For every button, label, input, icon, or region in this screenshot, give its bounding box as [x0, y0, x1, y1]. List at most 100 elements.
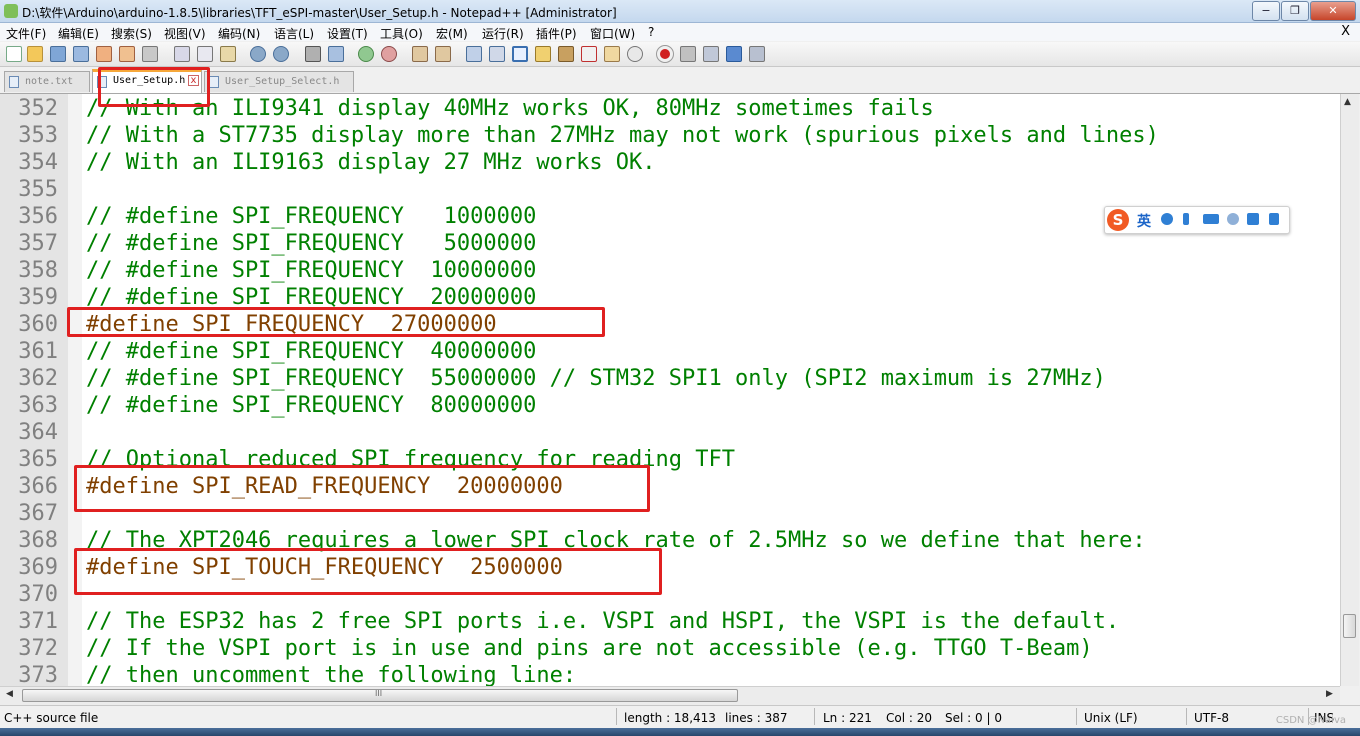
- menu-file[interactable]: 文件(F): [6, 25, 46, 42]
- save-icon[interactable]: [50, 46, 66, 62]
- menu-edit[interactable]: 编辑(E): [58, 25, 99, 42]
- stop-record-icon[interactable]: [680, 46, 696, 62]
- close-icon[interactable]: [96, 46, 112, 62]
- line-number: 361: [18, 339, 58, 364]
- paste-icon[interactable]: [220, 46, 236, 62]
- menu-macro[interactable]: 宏(M): [436, 25, 468, 42]
- horizontal-scroll-thumb[interactable]: III: [22, 689, 738, 702]
- menu-run[interactable]: 运行(R): [482, 25, 524, 42]
- run-macro-multiple-icon[interactable]: [726, 46, 742, 62]
- menu-settings[interactable]: 设置(T): [327, 25, 368, 42]
- zoom-in-icon[interactable]: [358, 46, 374, 62]
- vertical-scroll-thumb[interactable]: [1343, 614, 1356, 638]
- scroll-grip: III: [375, 689, 383, 698]
- udl-icon[interactable]: [535, 46, 551, 62]
- scroll-up-icon[interactable]: ▲: [1344, 97, 1351, 107]
- status-encoding: UTF-8: [1194, 711, 1229, 725]
- annotation-box-tab: [98, 67, 210, 107]
- undo-icon[interactable]: [250, 46, 266, 62]
- menu-view[interactable]: 视图(V): [164, 25, 206, 42]
- code-comment: // then uncomment the following line:: [86, 663, 577, 686]
- code-line[interactable]: 354 // With an ILI9163 display 27 MHz wor…: [0, 149, 1340, 176]
- sogou-logo-icon[interactable]: S: [1107, 209, 1129, 231]
- cut-icon[interactable]: [174, 46, 190, 62]
- code-line[interactable]: 371 // The ESP32 has 2 free SPI ports i.e…: [0, 608, 1340, 635]
- close-document-button[interactable]: X: [1341, 24, 1350, 39]
- folder-workspace-icon[interactable]: [604, 46, 620, 62]
- code-comment: // #define SPI_FREQUENCY 1000000: [86, 204, 537, 229]
- menu-window[interactable]: 窗口(W): [590, 25, 635, 42]
- show-all-chars-icon[interactable]: [489, 46, 505, 62]
- editor-pane[interactable]: 352 // With an ILI9341 display 40MHz work…: [0, 94, 1340, 686]
- zoom-out-icon[interactable]: [381, 46, 397, 62]
- tab-user-setup-select-h[interactable]: User_Setup_Select.h: [204, 71, 354, 92]
- moon-icon[interactable]: [1161, 213, 1173, 225]
- wrench-icon[interactable]: [1269, 213, 1279, 225]
- ime-language-toggle[interactable]: 英: [1137, 211, 1151, 231]
- code-line[interactable]: 372 // If the VSPI port is in use and pin…: [0, 635, 1340, 662]
- line-number: 352: [18, 96, 58, 121]
- code-line[interactable]: 358 // #define SPI_FREQUENCY 10000000: [0, 257, 1340, 284]
- status-ln: Ln : 221: [823, 711, 872, 725]
- menu-help[interactable]: ?: [648, 25, 654, 39]
- close-all-icon[interactable]: [119, 46, 135, 62]
- keyboard-icon[interactable]: [1203, 214, 1219, 224]
- code-line[interactable]: 355: [0, 176, 1340, 203]
- menu-search[interactable]: 搜索(S): [111, 25, 152, 42]
- vertical-scrollbar[interactable]: ▲: [1340, 94, 1359, 686]
- code-line[interactable]: 362 // #define SPI_FREQUENCY 55000000 // …: [0, 365, 1340, 392]
- close-window-button[interactable]: ✕: [1310, 1, 1356, 21]
- function-list-icon[interactable]: [581, 46, 597, 62]
- word-wrap-icon[interactable]: [466, 46, 482, 62]
- ime-toolbar[interactable]: S 英: [1104, 206, 1290, 234]
- find-icon[interactable]: [305, 46, 321, 62]
- menu-bar: 文件(F) 编辑(E) 搜索(S) 视图(V) 编码(N) 语言(L) 设置(T…: [0, 23, 1360, 41]
- record-macro-icon[interactable]: [656, 45, 674, 63]
- shirt-icon[interactable]: [1247, 213, 1259, 225]
- redo-icon[interactable]: [273, 46, 289, 62]
- status-divider: [1076, 708, 1077, 725]
- line-number: 368: [18, 528, 58, 553]
- doc-map-icon[interactable]: [558, 46, 574, 62]
- line-number: 364: [18, 420, 58, 445]
- play-macro-icon[interactable]: [703, 46, 719, 62]
- punctuation-icon[interactable]: [1183, 213, 1189, 225]
- code-line[interactable]: 353 // With a ST7735 display more than 27…: [0, 122, 1340, 149]
- sync-vertical-icon[interactable]: [412, 46, 428, 62]
- line-number: 358: [18, 258, 58, 283]
- open-file-icon[interactable]: [27, 46, 43, 62]
- replace-icon[interactable]: [328, 46, 344, 62]
- code-comment: // #define SPI_FREQUENCY 5000000: [86, 231, 537, 256]
- horizontal-scrollbar[interactable]: ◀ III ▶: [0, 686, 1340, 705]
- scroll-left-icon[interactable]: ◀: [6, 689, 13, 699]
- line-number: 354: [18, 150, 58, 175]
- monitoring-icon[interactable]: [627, 46, 643, 62]
- tab-note-txt[interactable]: note.txt: [4, 71, 90, 92]
- copy-icon[interactable]: [197, 46, 213, 62]
- code-line[interactable]: 363 // #define SPI_FREQUENCY 80000000: [0, 392, 1340, 419]
- user-icon[interactable]: [1227, 213, 1239, 225]
- indent-guide-icon[interactable]: [512, 46, 528, 62]
- minimize-button[interactable]: −: [1252, 1, 1280, 21]
- code-line[interactable]: 373 // then uncomment the following line:: [0, 662, 1340, 686]
- document-icon: [209, 76, 219, 88]
- sync-horizontal-icon[interactable]: [435, 46, 451, 62]
- maximize-button[interactable]: ❐: [1281, 1, 1309, 21]
- save-all-icon[interactable]: [73, 46, 89, 62]
- menu-tools[interactable]: 工具(O): [380, 25, 423, 42]
- code-comment: // #define SPI_FREQUENCY 10000000: [86, 258, 537, 283]
- line-number: 372: [18, 636, 58, 661]
- print-icon[interactable]: [142, 46, 158, 62]
- code-line[interactable]: 361 // #define SPI_FREQUENCY 40000000: [0, 338, 1340, 365]
- menu-plugins[interactable]: 插件(P): [536, 25, 577, 42]
- menu-encoding[interactable]: 编码(N): [218, 25, 260, 42]
- scroll-right-icon[interactable]: ▶: [1326, 689, 1333, 699]
- menu-language[interactable]: 语言(L): [274, 25, 314, 42]
- save-macro-icon[interactable]: [749, 46, 765, 62]
- window-controls: − ❐ ✕: [1252, 1, 1356, 21]
- code-comment: // The ESP32 has 2 free SPI ports i.e. V…: [86, 609, 1120, 634]
- code-line[interactable]: 364: [0, 419, 1340, 446]
- code-comment: // With a ST7735 display more than 27MHz…: [86, 123, 1159, 148]
- code-line[interactable]: 357 // #define SPI_FREQUENCY 5000000: [0, 230, 1340, 257]
- new-file-icon[interactable]: [6, 46, 22, 62]
